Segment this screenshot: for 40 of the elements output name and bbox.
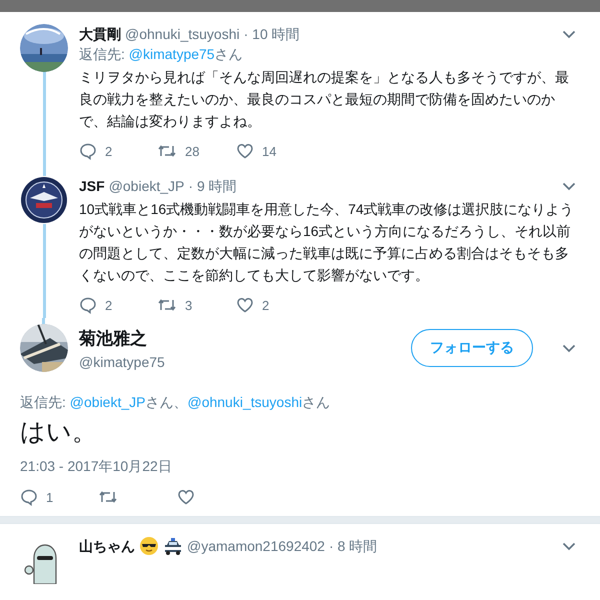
tweet-text: はい。 [20, 417, 98, 448]
heart-icon [236, 296, 254, 314]
police-car-icon [163, 536, 183, 556]
reply-to-line: 返信先: @kimatype75さん [79, 45, 244, 64]
tweet-time[interactable]: · 10 時間 [244, 24, 300, 44]
user-name[interactable]: 大貫剛 [79, 24, 121, 44]
tweet-text: 10式戦車と16式機動戦闘車を用意した今、74式戦車の改修は選択肢になりようがないというか・・・数が必要なら16式という方向になるだろうし、それ以前の問題として、定数が大幅に減った戦車は既に予算に占める割合はそもそも多くないので、ここを節約しても大して影響がないです。 [79, 200, 575, 285]
like-button[interactable]: 2 [236, 296, 314, 314]
heart-icon [236, 142, 254, 160]
reply-button[interactable]: 2 [79, 142, 157, 160]
tweet-timestamp: 21:03 - 2017年10月22日 [20, 458, 173, 476]
user-handle: @yamamon21692402 [187, 537, 325, 556]
user-handle: @obiekt_JP [108, 177, 184, 196]
user-name[interactable]: JSF [79, 176, 105, 196]
mention-link[interactable]: @ohnuki_tsuyoshi [187, 394, 302, 410]
chevron-down-icon [562, 182, 576, 190]
retweet-button[interactable]: 3 [157, 296, 236, 314]
tweet-time[interactable]: · 8 時間 [328, 536, 378, 556]
tweet-time[interactable]: · 9 時間 [188, 176, 237, 196]
user-handle: @ohnuki_tsuyoshi [125, 25, 240, 44]
sunglasses-face-icon [139, 536, 159, 556]
user-handle: @kimatype75 [79, 354, 166, 370]
heart-icon [177, 488, 195, 506]
reply-to-line: 返信先: @obiekt_JPさん、@ohnuki_tsuyoshiさん [20, 393, 332, 412]
reply-icon [20, 488, 38, 506]
user-name[interactable]: 山ちゃん [79, 536, 135, 556]
chevron-down-icon [562, 30, 576, 38]
user-name[interactable]: 菊池雅之 [79, 326, 400, 350]
like-button[interactable]: 14 [236, 142, 314, 160]
mention-link[interactable]: @kimatype75 [128, 46, 215, 62]
reply-icon [79, 142, 97, 160]
mention-link[interactable]: @obiekt_JP [70, 394, 146, 410]
follow-button[interactable]: フォローする [411, 329, 533, 367]
tweet-text: ミリヲタから見れば「そんな周回遅れの提案を」となる人も多そうですが、最良の戦力を整えたいのか、最良のコスパと最短の期間で防備を固めたいのかで、結論は変わりますよね。 [79, 68, 570, 131]
chevron-down-icon [562, 344, 576, 352]
reply-button[interactable]: 1 [20, 488, 98, 506]
reply-button[interactable]: 2 [79, 296, 157, 314]
retweet-button[interactable]: 28 [157, 142, 236, 160]
chevron-down-icon [562, 542, 576, 550]
reply-icon [79, 296, 97, 314]
